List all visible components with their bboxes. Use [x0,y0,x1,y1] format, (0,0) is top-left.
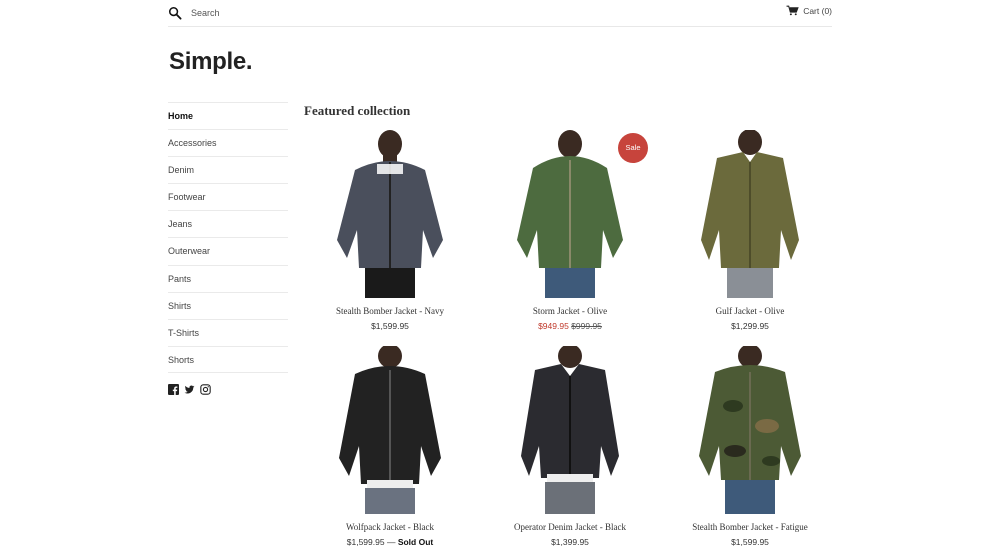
product-price: $1,599.95 [371,321,409,331]
site-logo[interactable]: Simple. [169,48,253,76]
jacket-photo [339,346,441,514]
product-image[interactable] [315,346,465,514]
sidebar-item-jeans[interactable]: Jeans [168,210,288,237]
product-card[interactable]: Sale Storm Jacket - Olive $949.95 $999.9… [480,130,660,331]
product-name[interactable]: Stealth Bomber Jacket - Navy [300,306,480,316]
product-name[interactable]: Stealth Bomber Jacket - Fatigue [660,522,840,532]
sidebar-item-home[interactable]: Home [168,102,288,129]
sidebar-item-outerwear[interactable]: Outerwear [168,237,288,264]
product-image[interactable] [495,346,645,514]
search-input[interactable] [191,8,391,18]
sidebar-item-shorts[interactable]: Shorts [168,345,288,373]
cart-link[interactable]: Cart (0) [786,5,832,16]
featured-collection-title: Featured collection [304,103,411,118]
product-card[interactable]: Wolfpack Jacket - Black $1,599.95 — Sold… [300,346,480,546]
product-price: $1,299.95 [731,321,769,331]
product-card[interactable]: Stealth Bomber Jacket - Navy $1,599.95 [300,130,480,331]
product-name[interactable]: Operator Denim Jacket - Black [480,522,660,532]
product-image[interactable] [675,346,825,514]
product-price: $1,599.95 — Sold Out [300,537,480,546]
sale-price: $949.95 [538,321,569,331]
sale-badge: Sale [618,133,648,163]
sold-out-separator: — [384,537,398,546]
cart-icon [786,5,799,16]
search-form[interactable] [168,4,391,22]
cart-label: Cart (0) [803,5,832,16]
product-price: $1,399.95 [551,537,589,546]
sidebar-item-accessories[interactable]: Accessories [168,129,288,156]
sidebar-item-t-shirts[interactable]: T-Shirts [168,318,288,346]
product-card[interactable]: Gulf Jacket - Olive $1,299.95 [660,130,840,331]
product-name[interactable]: Wolfpack Jacket - Black [300,522,480,532]
jacket-photo [699,346,801,514]
product-price-value: $1,599.95 [346,537,385,546]
sidebar-item-footwear[interactable]: Footwear [168,183,288,210]
jacket-photo [337,130,443,298]
product-name[interactable]: Storm Jacket - Olive [480,306,660,316]
sidebar-nav: Home Accessories Denim Footwear Jeans Ou… [168,102,288,373]
jacket-photo [521,346,619,514]
facebook-icon[interactable] [168,384,179,395]
sidebar-item-denim[interactable]: Denim [168,156,288,183]
social-links [168,384,211,395]
twitter-icon[interactable] [184,384,195,395]
sidebar-item-shirts[interactable]: Shirts [168,291,288,319]
search-icon[interactable] [168,6,182,20]
jacket-photo [701,130,799,298]
product-card[interactable]: Operator Denim Jacket - Black $1,399.95 [480,346,660,546]
instagram-icon[interactable] [200,384,211,395]
product-price: $1,599.95 [731,537,769,546]
compare-price: $999.95 [571,321,602,331]
product-price: $949.95 $999.95 [480,321,660,331]
sold-out-label: Sold Out [397,537,434,546]
product-image[interactable] [315,130,465,298]
product-name[interactable]: Gulf Jacket - Olive [660,306,840,316]
product-card[interactable]: Stealth Bomber Jacket - Fatigue $1,599.9… [660,346,840,546]
product-image[interactable] [675,130,825,298]
top-bar: Cart (0) [168,0,832,27]
sidebar-item-pants[interactable]: Pants [168,264,288,292]
